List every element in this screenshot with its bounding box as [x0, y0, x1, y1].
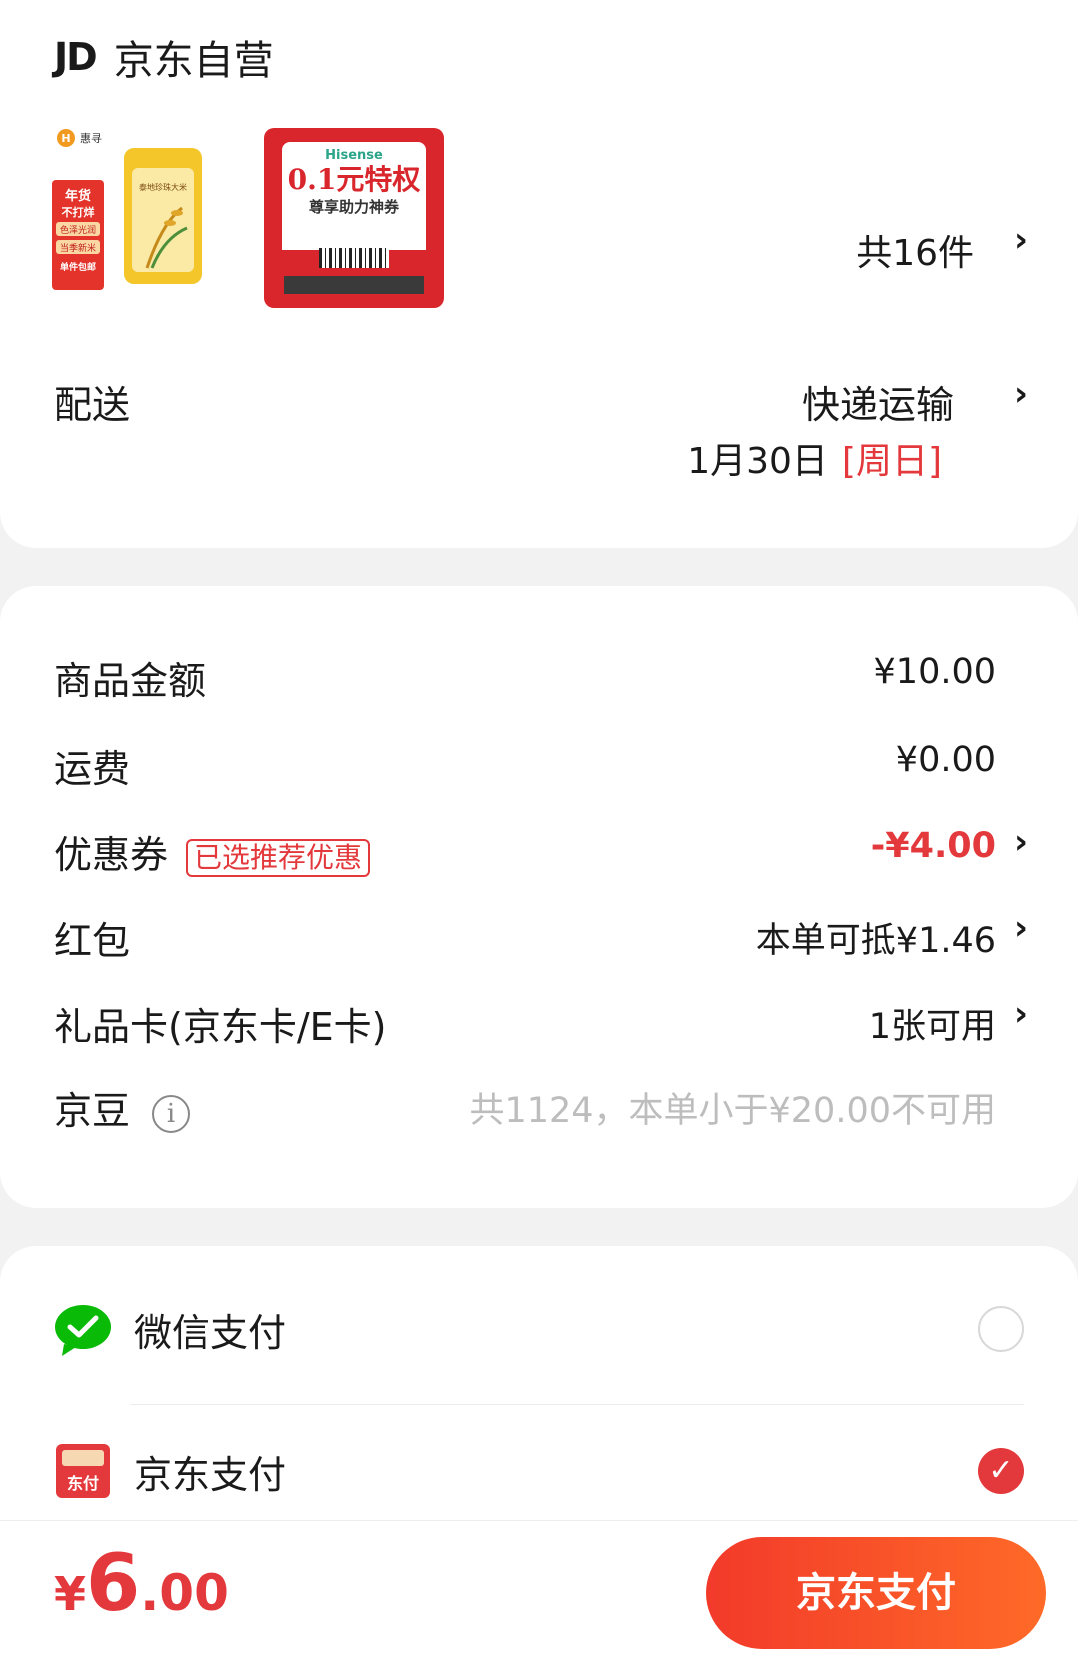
pay-button[interactable]: 京东支付 — [706, 1537, 1046, 1649]
red-packet-value[interactable]: 本单可抵¥1.46 — [756, 912, 996, 963]
order-total: ¥6.00 — [54, 1539, 229, 1629]
total-integer: 6 — [86, 1539, 141, 1629]
jd-pay-icon-text: 东付 — [67, 1474, 99, 1493]
price-summary-card: 商品金额 ¥10.00 运费 ¥0.00 优惠券 已选推荐优惠 -¥4.00 › … — [0, 586, 1078, 1208]
payment-option-jd[interactable]: 东付 京东支付 ✓ — [54, 1416, 1024, 1526]
checkout-bar: ¥6.00 京东支付 — [0, 1520, 1078, 1653]
shop-card: JD 京东自营 H 惠寻 年货 不打烊 色泽光润 当季新米 单件包邮 泰地珍珠大… — [0, 0, 1078, 548]
coupon-brand: Hisense — [325, 148, 383, 163]
svg-text:当季新米: 当季新米 — [60, 242, 96, 254]
svg-text:H: H — [61, 132, 70, 145]
info-icon[interactable]: i — [152, 1094, 191, 1133]
payment-option-wechat[interactable]: 微信支付 — [54, 1274, 1024, 1384]
coupon-label: 优惠券 — [54, 833, 169, 877]
product-thumbnail-rice[interactable]: H 惠寻 年货 不打烊 色泽光润 当季新米 单件包邮 泰地珍珠大米 — [52, 128, 222, 308]
product-thumbnail-coupon[interactable]: Hisense 0.1元特权 尊享助力神券 — [264, 128, 444, 308]
payment-option-label: 京东支付 — [134, 1452, 287, 1497]
total-decimal: .00 — [140, 1564, 229, 1622]
jd-pay-icon: 东付 — [56, 1444, 110, 1498]
jingdou-value: 共1124，本单小于¥20.00不可用 — [469, 1091, 996, 1131]
jingdou-label: 京豆 — [54, 1089, 131, 1133]
total-currency: ¥ — [54, 1567, 87, 1621]
shop-name: 京东自营 — [113, 38, 274, 84]
gift-card-label: 礼品卡(京东卡/E卡) — [54, 1005, 387, 1049]
delivery-date[interactable]: 1月30日 [周日] — [687, 432, 942, 484]
coupon-value[interactable]: -¥4.00 — [871, 826, 996, 866]
chevron-right-icon[interactable]: › — [1014, 994, 1028, 1034]
svg-text:不打烊: 不打烊 — [62, 205, 95, 219]
goods-amount-label: 商品金额 — [54, 659, 207, 703]
svg-text:年货: 年货 — [65, 188, 91, 204]
barcode-icon — [319, 248, 389, 268]
radio-unselected[interactable] — [978, 1306, 1024, 1352]
item-count[interactable]: 共16件 — [856, 224, 974, 276]
coupon-card-face: Hisense 0.1元特权 尊享助力神券 — [282, 142, 426, 250]
gift-card-value[interactable]: 1张可用 — [869, 998, 996, 1049]
payment-option-label: 微信支付 — [134, 1310, 287, 1355]
svg-text:单件包邮: 单件包邮 — [60, 261, 96, 273]
radio-selected-check-icon[interactable]: ✓ — [978, 1448, 1024, 1494]
chevron-right-icon[interactable]: › — [1014, 908, 1028, 948]
chevron-right-icon[interactable]: › — [1014, 220, 1028, 260]
goods-amount-value: ¥10.00 — [873, 652, 996, 692]
shipping-label: 运费 — [54, 747, 131, 791]
coupon-selected-badge: 已选推荐优惠 — [186, 838, 371, 877]
product-brand-text: 惠寻 — [80, 131, 102, 145]
divider — [130, 1404, 1024, 1405]
jingdou-row: 京豆 i — [54, 1080, 191, 1135]
delivery-label: 配送 — [54, 383, 131, 427]
red-packet-label: 红包 — [54, 919, 131, 963]
shipping-value: ¥0.00 — [895, 740, 996, 780]
shop-header: JD 京东自营 — [54, 28, 274, 86]
coupon-headline: 0.1元特权 — [287, 163, 421, 196]
coupon-fine-print — [284, 276, 424, 294]
delivery-date-text: 1月30日 — [687, 441, 828, 482]
chevron-right-icon[interactable]: › — [1014, 374, 1028, 414]
wechat-pay-icon — [55, 1305, 111, 1356]
jd-logo: JD — [54, 35, 98, 79]
coupon-subline: 尊享助力神券 — [308, 198, 399, 216]
svg-text:色泽光润: 色泽光润 — [60, 224, 96, 236]
delivery-method[interactable]: 快递运输 — [802, 374, 954, 429]
delivery-weekday: [周日] — [841, 441, 942, 482]
coupon-row[interactable]: 优惠券 已选推荐优惠 — [54, 824, 371, 879]
svg-text:泰地珍珠大米: 泰地珍珠大米 — [139, 182, 187, 192]
chevron-right-icon[interactable]: › — [1014, 822, 1028, 862]
